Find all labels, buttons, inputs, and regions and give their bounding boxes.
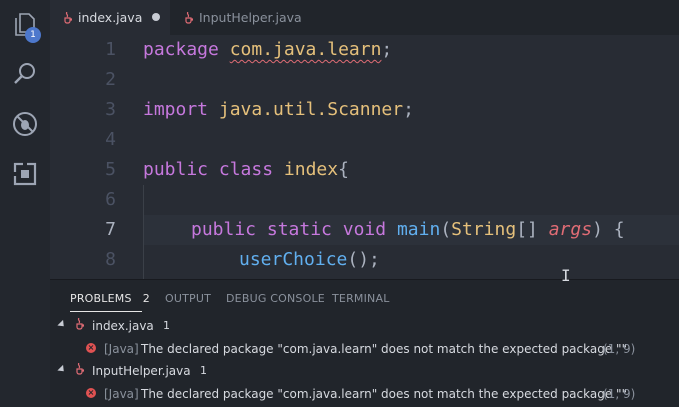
line-number: 5	[105, 159, 116, 180]
line-number: 6	[105, 189, 116, 210]
code-text: public class index{	[143, 159, 349, 180]
problem-position: (1, 9)	[603, 342, 636, 356]
tab-inputhelper-java[interactable]: InputHelper.java	[171, 0, 308, 35]
unsaved-dot-icon[interactable]	[152, 13, 160, 21]
problem-file-name: InputHelper.java	[92, 364, 191, 378]
tab-problems[interactable]: PROBLEMS 2	[70, 292, 150, 305]
active-tab-underline	[70, 311, 142, 312]
tab-debug-console[interactable]: DEBUG CONSOLE	[226, 292, 325, 305]
problem-file-row[interactable]: index.java 1	[50, 315, 679, 337]
code-line: 5 public class index{	[50, 155, 679, 185]
code-text: public static void main(String[] args) {	[191, 219, 625, 240]
code-line: 7 public static void main(String[] args)…	[50, 215, 679, 245]
code-editor[interactable]: 1 package com.java.learn; 2 3 import jav…	[50, 35, 679, 279]
line-number: 4	[105, 129, 116, 150]
java-file-icon	[74, 362, 85, 378]
caret-down-icon[interactable]	[57, 364, 67, 375]
error-icon: ×	[86, 388, 96, 398]
tab-output[interactable]: OUTPUT	[165, 292, 211, 305]
error-icon: ×	[86, 343, 96, 353]
extensions-icon[interactable]	[9, 158, 41, 190]
editor-tab-bar: index.java InputHelper.java	[50, 0, 679, 35]
line-number: 7	[105, 219, 116, 240]
problem-source: [Java]	[104, 387, 139, 401]
code-text: package com.java.learn;	[143, 39, 393, 60]
problem-message: The declared package "com.java.learn" do…	[141, 387, 628, 401]
java-file-icon	[183, 11, 193, 24]
problem-file-count: 1	[200, 364, 207, 377]
code-line: 3 import java.util.Scanner;	[50, 95, 679, 125]
problem-file-name: index.java	[92, 319, 154, 333]
code-text: userChoice();	[239, 249, 380, 270]
line-number: 8	[105, 249, 116, 270]
java-file-icon	[74, 317, 85, 333]
caret-down-icon[interactable]	[57, 319, 67, 330]
tab-label: InputHelper.java	[199, 10, 302, 25]
code-line: 1 package com.java.learn;	[50, 35, 679, 65]
code-line: 2	[50, 65, 679, 95]
line-number: 1	[105, 39, 116, 60]
problem-message: The declared package "com.java.learn" do…	[141, 342, 628, 356]
activity-bar: 1	[0, 0, 50, 407]
line-number: 2	[105, 69, 116, 90]
problem-position: (1, 9)	[603, 387, 636, 401]
code-line: 6	[50, 185, 679, 215]
code-text: import java.util.Scanner;	[143, 99, 414, 120]
tab-label: index.java	[78, 10, 143, 25]
problem-file-count: 1	[163, 319, 170, 332]
code-line: 4	[50, 125, 679, 155]
code-line: 8 userChoice();	[50, 245, 679, 275]
explorer-badge: 1	[25, 27, 41, 43]
java-file-icon	[62, 11, 72, 24]
bottom-panel: PROBLEMS 2 OUTPUT DEBUG CONSOLE TERMINAL…	[50, 279, 679, 407]
problem-source: [Java]	[104, 342, 139, 356]
text-cursor-icon: I	[561, 266, 571, 285]
problems-count: 2	[142, 292, 150, 305]
debug-icon[interactable]	[9, 108, 41, 140]
tab-index-java[interactable]: index.java	[50, 0, 170, 35]
tab-terminal[interactable]: TERMINAL	[332, 292, 390, 305]
line-number: 3	[105, 99, 116, 120]
problem-item[interactable]: × [Java] The declared package "com.java.…	[50, 383, 679, 405]
search-icon[interactable]	[9, 58, 41, 90]
problem-item[interactable]: × [Java] The declared package "com.java.…	[50, 338, 679, 360]
problem-file-row[interactable]: InputHelper.java 1	[50, 360, 679, 382]
